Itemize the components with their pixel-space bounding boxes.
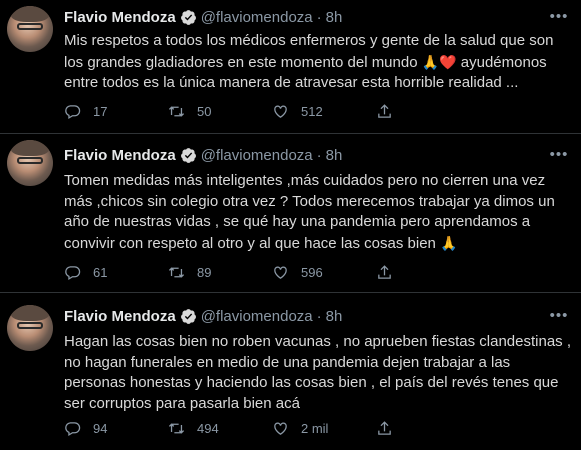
avatar[interactable] xyxy=(7,140,53,186)
author-name[interactable]: Flavio Mendoza xyxy=(64,308,176,325)
tweet[interactable]: Flavio Mendoza @flaviomendoza · 8h ••• M… xyxy=(0,0,581,134)
like-icon xyxy=(274,422,287,435)
more-icon[interactable]: ••• xyxy=(549,307,569,324)
retweet-count: 89 xyxy=(197,264,212,280)
pray-emoji: 🙏 xyxy=(421,53,440,70)
tweet-actions: 61 89 596 xyxy=(64,262,581,282)
like-button[interactable]: 512 xyxy=(272,103,376,120)
tweet[interactable]: Flavio Mendoza @flaviomendoza · 8h ••• H… xyxy=(0,293,581,450)
retweet-button[interactable]: 89 xyxy=(168,264,272,281)
retweet-count: 50 xyxy=(197,103,212,119)
pray-emoji: 🙏 xyxy=(440,234,458,251)
like-icon xyxy=(274,266,287,279)
tweet-header: Flavio Mendoza @flaviomendoza · 8h xyxy=(64,134,581,165)
retweet-button[interactable]: 50 xyxy=(168,103,272,120)
tweet-header: Flavio Mendoza @flaviomendoza · 8h xyxy=(64,293,581,326)
share-icon xyxy=(378,420,391,435)
like-button[interactable]: 596 xyxy=(272,264,376,281)
share-icon xyxy=(378,103,391,118)
retweet-icon xyxy=(168,266,185,278)
tweet-header: Flavio Mendoza @flaviomendoza · 8h xyxy=(64,0,581,27)
more-icon[interactable]: ••• xyxy=(549,146,569,163)
reply-count: 17 xyxy=(93,103,108,119)
like-count: 512 xyxy=(301,103,323,119)
reply-button[interactable]: 61 xyxy=(64,264,168,281)
retweet-count: 494 xyxy=(197,420,219,436)
separator-dot: · xyxy=(316,146,322,164)
avatar[interactable] xyxy=(7,6,53,52)
verified-badge-icon xyxy=(180,147,196,163)
tweet-time[interactable]: 8h xyxy=(326,308,343,325)
reply-button[interactable]: 17 xyxy=(64,103,168,120)
share-icon xyxy=(378,264,391,279)
like-count: 2 mil xyxy=(301,420,329,436)
like-icon xyxy=(274,105,287,118)
like-count: 596 xyxy=(301,264,323,280)
retweet-icon xyxy=(168,422,185,434)
tweet-time[interactable]: 8h xyxy=(326,147,343,164)
author-handle[interactable]: @flaviomendoza xyxy=(201,308,313,325)
reply-icon xyxy=(65,265,81,280)
tweet-text: Hagan las cosas bien no roben vacunas , … xyxy=(64,332,574,414)
share-button[interactable] xyxy=(376,103,405,120)
separator-dot: · xyxy=(316,8,322,26)
author-handle[interactable]: @flaviomendoza xyxy=(201,9,313,26)
verified-badge-icon xyxy=(180,9,196,25)
reply-count: 94 xyxy=(93,420,108,436)
avatar[interactable] xyxy=(7,305,53,351)
tweet-actions: 17 50 512 xyxy=(64,101,581,121)
verified-badge-icon xyxy=(180,308,196,324)
tweet-text-part: Hagan las cosas bien no roben vacunas , … xyxy=(64,333,571,412)
like-button[interactable]: 2 mil xyxy=(272,420,376,437)
author-name[interactable]: Flavio Mendoza xyxy=(64,147,176,164)
tweet-text: Tomen medidas más inteligentes ,más cuid… xyxy=(64,171,574,254)
reply-icon xyxy=(65,104,81,119)
tweet-text-part: Tomen medidas más inteligentes ,más cuid… xyxy=(64,172,555,252)
author-name[interactable]: Flavio Mendoza xyxy=(64,9,176,26)
reply-count: 61 xyxy=(93,264,108,280)
tweet[interactable]: Flavio Mendoza @flaviomendoza · 8h ••• T… xyxy=(0,134,581,293)
share-button[interactable] xyxy=(376,420,405,437)
tweet-text: Mis respetos a todos los médicos enferme… xyxy=(64,31,574,94)
tweet-time[interactable]: 8h xyxy=(326,9,343,26)
heart-emoji: ❤️ xyxy=(439,53,457,70)
author-handle[interactable]: @flaviomendoza xyxy=(201,147,313,164)
retweet-button[interactable]: 494 xyxy=(168,420,272,437)
reply-button[interactable]: 94 xyxy=(64,420,168,437)
share-button[interactable] xyxy=(376,264,405,281)
tweet-actions: 94 494 2 mil xyxy=(64,418,581,438)
retweet-icon xyxy=(168,105,185,117)
separator-dot: · xyxy=(316,307,322,325)
more-icon[interactable]: ••• xyxy=(549,8,569,25)
reply-icon xyxy=(65,421,81,436)
